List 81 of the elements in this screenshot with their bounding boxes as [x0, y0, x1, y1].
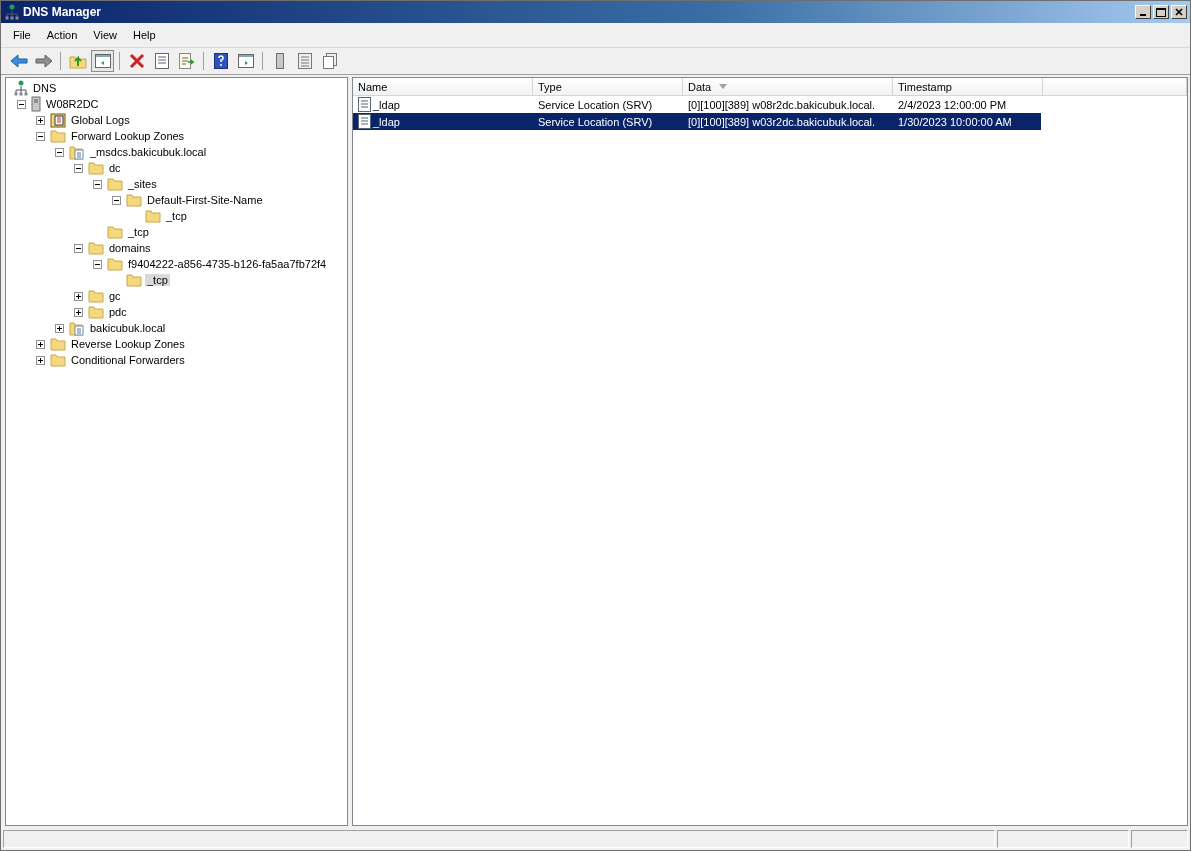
tree-item[interactable]: pdc — [107, 306, 129, 318]
tree-item[interactable]: Reverse Lookup Zones — [69, 338, 187, 350]
network-icon — [14, 80, 28, 96]
zone-file-icon — [69, 320, 85, 336]
collapse-icon[interactable] — [36, 131, 45, 141]
table-cell-text: [0][100][389] w03r2dc.bakicubuk.local. — [687, 115, 877, 128]
tree-item[interactable]: gc — [107, 290, 123, 302]
tree-item[interactable]: _sites — [126, 178, 159, 190]
collapse-icon[interactable] — [17, 99, 26, 109]
expand-icon[interactable] — [36, 355, 45, 365]
tree-item[interactable]: _tcp — [126, 226, 151, 238]
folder-icon — [107, 177, 123, 191]
record-row[interactable]: _ldap Service Location (SRV) [0][100][389] w08r2dc.bakicubuk.local. 2/4/2023 12:00:00 PM — [353, 96, 1041, 113]
column-header[interactable]: Type — [533, 78, 683, 96]
tree-item[interactable]: domains — [107, 242, 153, 254]
folder-icon — [50, 337, 66, 351]
table-cell-text: Service Location (SRV) — [537, 115, 654, 128]
maximize-button[interactable] — [1153, 5, 1169, 19]
tree-item[interactable]: Forward Lookup Zones — [69, 130, 187, 142]
folder-icon — [145, 209, 161, 223]
tree-item[interactable]: _tcp — [145, 274, 170, 286]
menu-item[interactable]: View — [85, 27, 125, 43]
server-icon — [31, 96, 41, 112]
expand-icon[interactable] — [74, 291, 83, 301]
tree-item[interactable]: _tcp — [164, 210, 189, 222]
folder-icon — [88, 289, 104, 303]
menu-item[interactable]: File — [5, 27, 39, 43]
tree-item[interactable]: DNS — [31, 82, 59, 94]
tree-item[interactable]: dc — [107, 162, 123, 174]
folder-icon — [88, 161, 104, 175]
folder-icon — [50, 353, 66, 367]
table-cell-text: Service Location (SRV) — [537, 98, 654, 111]
menu-item[interactable]: Help — [124, 27, 164, 43]
tree-item[interactable]: W08R2DC — [44, 98, 101, 110]
folder-icon — [126, 193, 142, 207]
menu-item[interactable]: Action — [38, 27, 86, 43]
collapse-icon[interactable] — [74, 163, 83, 173]
folder-icon — [126, 273, 142, 287]
server-icon — [275, 53, 284, 69]
tree-item[interactable]: f9404222-a856-4735-b126-fa5aa7fb72f4 — [126, 258, 329, 270]
minimize-button[interactable] — [1135, 5, 1151, 19]
folder-icon — [50, 129, 66, 143]
log-book-icon — [50, 112, 66, 128]
close-button[interactable] — [1171, 5, 1187, 19]
table-cell: _ldap — [373, 115, 400, 128]
expand-icon[interactable] — [55, 323, 64, 333]
table-cell-text: [0][100][389] w08r2dc.bakicubuk.local. — [687, 98, 877, 111]
pane-button[interactable] — [91, 50, 114, 72]
maximize-icon — [1156, 7, 1166, 17]
record-row[interactable]: _ldap Service Location (SRV) [0][100][389] w03r2dc.bakicubuk.local. 1/30/2023 10:00:00 AM — [353, 113, 1041, 130]
collapse-icon[interactable] — [55, 147, 64, 157]
collapse-icon[interactable] — [93, 259, 102, 269]
status-bar-panel — [1131, 830, 1188, 848]
table-cell: _ldap — [373, 98, 400, 111]
folder-icon — [88, 305, 104, 319]
record-icon — [358, 97, 371, 112]
window-title: DNS Manager — [23, 5, 103, 19]
table-cell-text: 2/4/2023 12:00:00 PM — [897, 98, 1008, 111]
record-icon — [358, 114, 371, 129]
collapse-icon[interactable] — [93, 179, 102, 189]
tree-item[interactable]: Conditional Forwarders — [69, 354, 187, 366]
zone-file-icon — [69, 144, 85, 160]
collapse-icon[interactable] — [74, 243, 83, 253]
folder-icon — [88, 241, 104, 255]
tree-item[interactable]: Global Logs — [69, 114, 132, 126]
tree-item[interactable]: bakicubuk.local — [88, 322, 168, 334]
column-header[interactable]: Timestamp — [893, 78, 1043, 96]
tree-item[interactable]: _msdcs.bakicubuk.local — [88, 146, 209, 158]
expand-icon[interactable] — [36, 339, 45, 349]
expand-icon[interactable] — [74, 307, 83, 317]
network-icon — [5, 4, 19, 20]
tree-item[interactable]: Default-First-Site-Name — [145, 194, 265, 206]
expand-icon[interactable] — [36, 115, 45, 125]
sort-arrow-icon — [719, 84, 728, 89]
collapse-icon[interactable] — [112, 195, 121, 205]
folder-icon — [107, 257, 123, 271]
column-header[interactable]: Data — [683, 78, 893, 96]
column-header[interactable]: Name — [353, 78, 533, 96]
table-cell-text: 1/30/2023 10:00:00 AM — [897, 115, 1013, 128]
close-icon — [1175, 8, 1183, 16]
folder-icon — [107, 225, 123, 239]
